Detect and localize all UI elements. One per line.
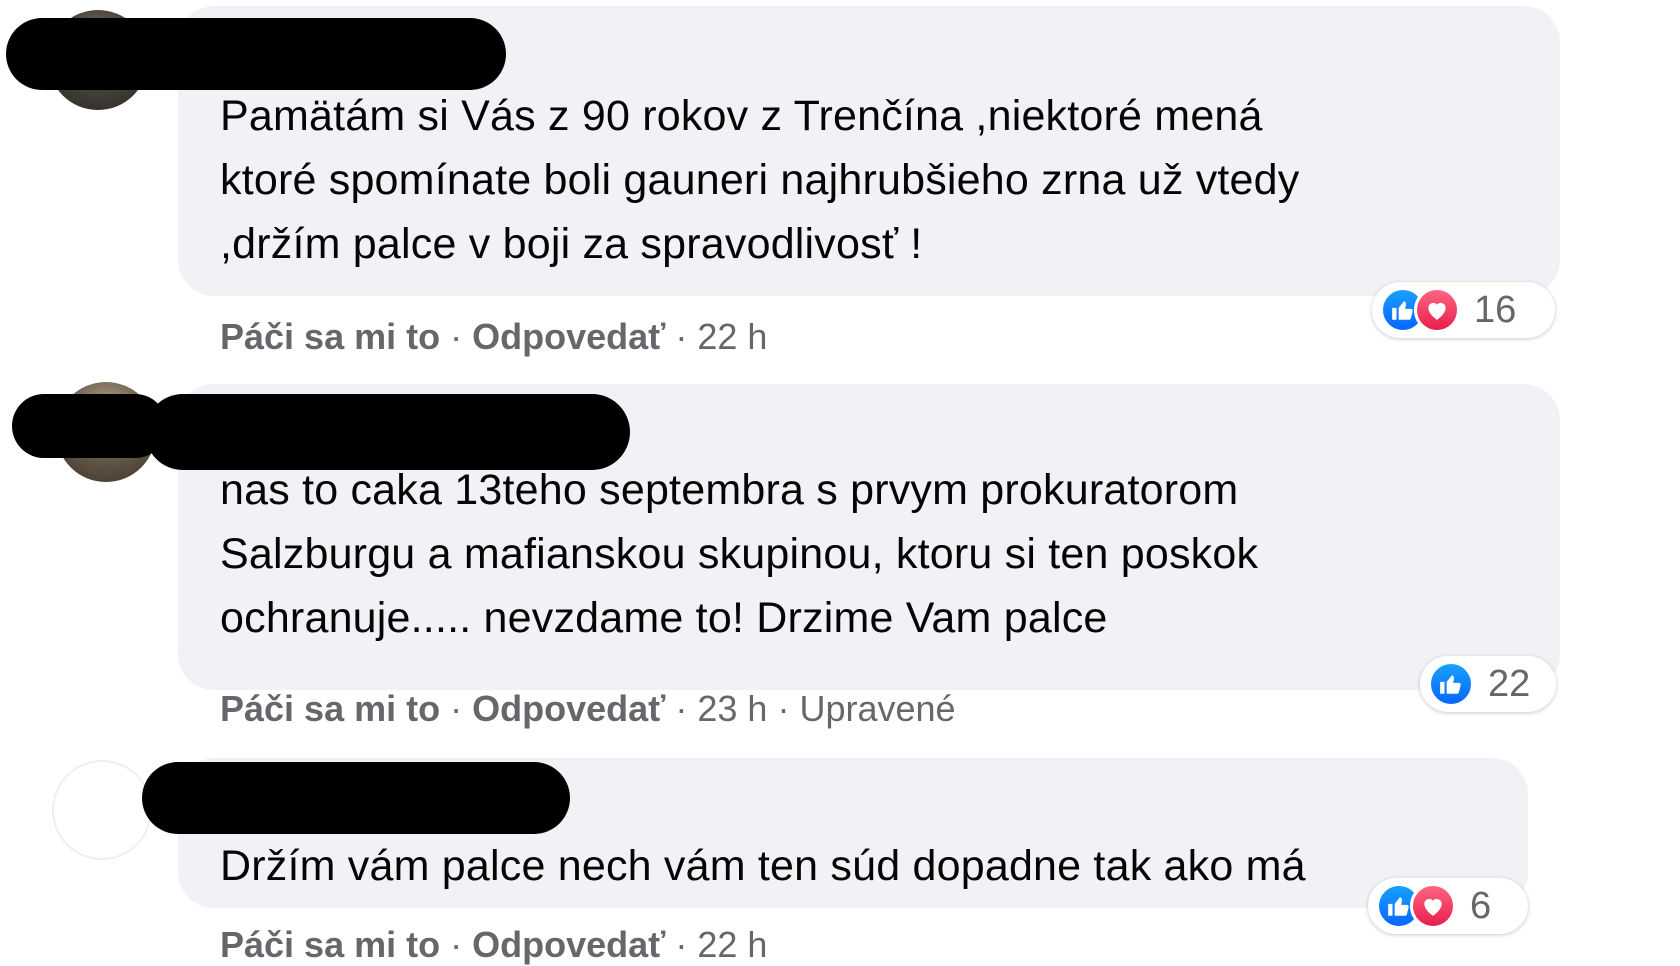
love-icon: [1410, 883, 1456, 929]
separator: ·: [777, 688, 790, 729]
comment: nas to caka 13teho septembra s prvym pro…: [0, 360, 1680, 729]
reply-link[interactable]: Odpovedať: [472, 688, 665, 729]
separator: ·: [450, 688, 463, 729]
avatar[interactable]: [52, 760, 152, 860]
reaction-summary[interactable]: 22: [1420, 656, 1556, 712]
reaction-summary[interactable]: 16: [1372, 282, 1555, 338]
comment: Držím vám palce nech vám ten súd dopadne…: [0, 738, 1680, 965]
separator: ·: [450, 316, 463, 357]
timestamp[interactable]: 22 h: [697, 316, 767, 357]
comment-actions: Páči sa mi to · Odpovedať · 22 h: [220, 316, 767, 358]
reaction-summary[interactable]: 6: [1368, 878, 1528, 934]
like-link[interactable]: Páči sa mi to: [220, 688, 440, 729]
reply-link[interactable]: Odpovedať: [472, 316, 665, 357]
love-icon: [1414, 287, 1460, 333]
reaction-count: 6: [1470, 884, 1492, 927]
like-icon: [1428, 661, 1474, 707]
like-link[interactable]: Páči sa mi to: [220, 316, 440, 357]
comment-text: Pamätám si Vás z 90 rokov z Trenčína ,ni…: [220, 92, 1300, 268]
comment: Pamätám si Vás z 90 rokov z Trenčína ,ni…: [0, 0, 1680, 357]
separator: ·: [675, 316, 688, 357]
comment-actions: Páči sa mi to · Odpovedať · 22 h: [220, 924, 767, 966]
reaction-count: 22: [1488, 662, 1531, 705]
edited-label[interactable]: Upravené: [799, 688, 955, 729]
redacted-author-name: [12, 394, 167, 458]
comment-actions: Páči sa mi to · Odpovedať · 23 h · Upravené: [220, 688, 956, 730]
separator: ·: [675, 688, 688, 729]
redacted-author-name: [6, 18, 506, 90]
redacted-author-name: [142, 762, 570, 834]
timestamp[interactable]: 23 h: [697, 688, 767, 729]
comment-text: nas to caka 13teho septembra s prvym pro…: [220, 466, 1259, 642]
comment-text: Držím vám palce nech vám ten súd dopadne…: [220, 842, 1306, 890]
reaction-count: 16: [1474, 288, 1517, 331]
